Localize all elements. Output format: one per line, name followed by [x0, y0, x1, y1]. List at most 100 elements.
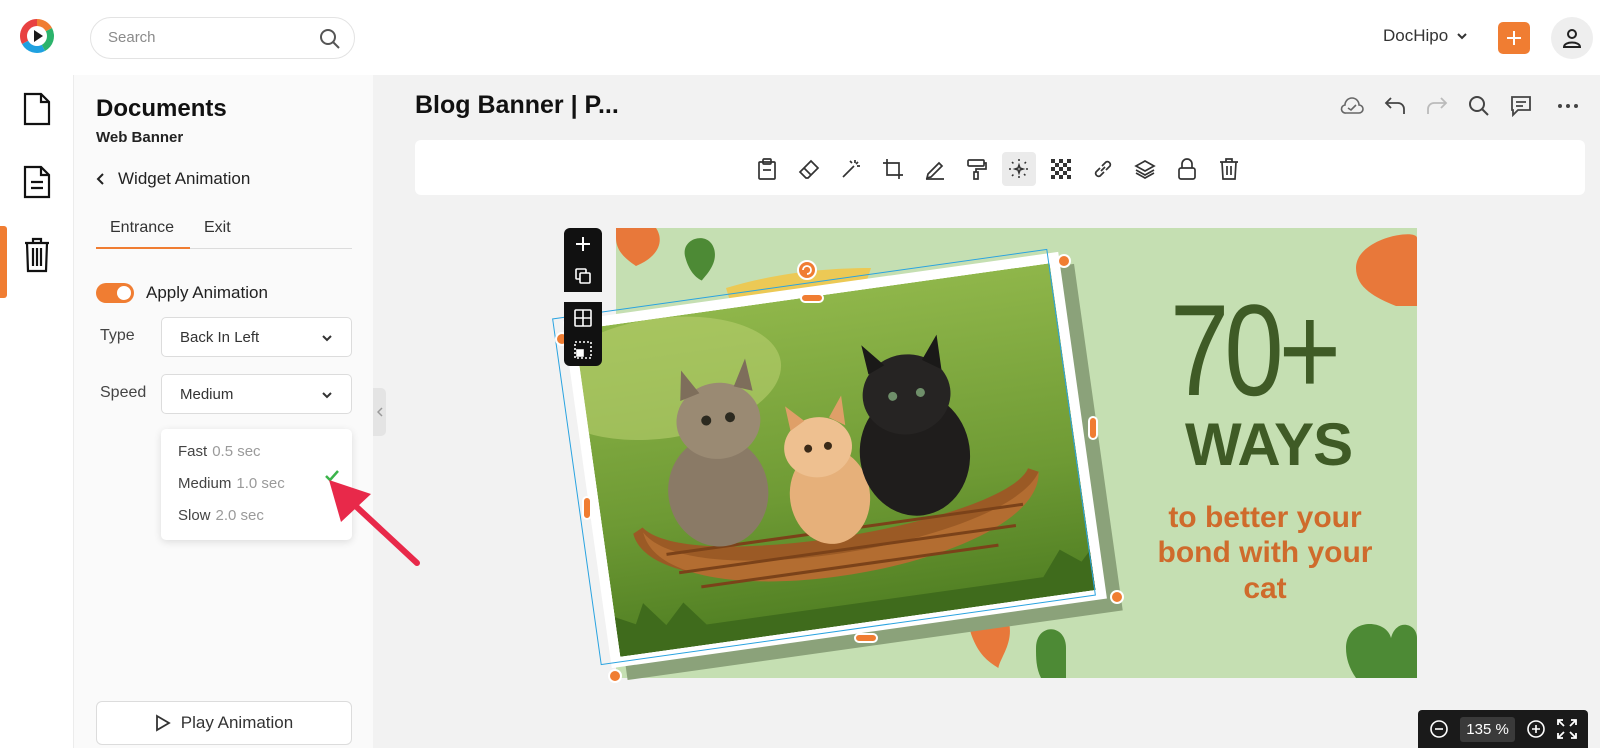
- left-rail: [0, 75, 74, 748]
- play-icon: [155, 714, 171, 732]
- select-area-button[interactable]: [564, 334, 602, 366]
- duplicate-icon: [575, 268, 591, 284]
- resize-handle-bottom[interactable]: [854, 633, 878, 643]
- speed-select[interactable]: Medium: [161, 374, 352, 414]
- tool-animation[interactable]: [1002, 152, 1036, 186]
- chevron-left-icon: [96, 173, 104, 185]
- tool-crop[interactable]: [876, 152, 910, 186]
- comments-button[interactable]: [1507, 92, 1535, 120]
- tab-entrance[interactable]: Entrance: [96, 217, 190, 249]
- document-icon: [23, 165, 51, 199]
- undo-icon: [1384, 97, 1405, 114]
- fullscreen-button[interactable]: [1556, 719, 1577, 739]
- headline-subheading[interactable]: to better your bond with your cat: [1140, 500, 1390, 606]
- app-logo[interactable]: [18, 17, 56, 55]
- save-status-button[interactable]: [1338, 92, 1366, 120]
- crop-icon: [883, 159, 903, 179]
- animation-tabs: Entrance Exit: [96, 217, 352, 249]
- option-label: Slow: [178, 507, 211, 524]
- play-animation-button[interactable]: Play Animation: [96, 701, 352, 745]
- chevron-down-icon: [1457, 33, 1467, 40]
- kittens-photo: [574, 263, 1096, 657]
- back-button[interactable]: Widget Animation: [96, 169, 250, 189]
- tool-lock[interactable]: [1170, 152, 1204, 186]
- panel-subtitle: Web Banner: [96, 129, 184, 146]
- selection-icon: [574, 341, 592, 359]
- zoom-search-button[interactable]: [1465, 92, 1493, 120]
- transparency-icon: [1051, 159, 1071, 179]
- speed-value: Medium: [180, 386, 234, 403]
- grid-button[interactable]: [564, 302, 602, 334]
- account-name: DocHipo: [1383, 26, 1449, 45]
- zoom-out-icon: [1430, 720, 1449, 738]
- chevron-down-icon: [322, 392, 332, 399]
- create-button[interactable]: [1498, 22, 1530, 54]
- duplicate-button[interactable]: [564, 260, 602, 292]
- photo-frame[interactable]: [563, 251, 1107, 669]
- grid-icon: [574, 309, 592, 327]
- type-select[interactable]: Back In Left: [161, 317, 352, 357]
- add-element-button[interactable]: [564, 228, 602, 260]
- resize-handle-left[interactable]: [582, 496, 592, 520]
- chevron-down-icon: [322, 335, 332, 342]
- search-icon: [1469, 96, 1489, 116]
- resize-handle-top[interactable]: [800, 293, 824, 303]
- search-icon[interactable]: [318, 27, 342, 51]
- search-box[interactable]: [90, 17, 355, 59]
- animation-icon: [1009, 159, 1029, 179]
- type-label: Type: [100, 327, 135, 344]
- speed-option-slow[interactable]: Slow 2.0 sec: [178, 507, 343, 524]
- rail-item-file[interactable]: [0, 79, 74, 139]
- animation-panel: Documents Web Banner Widget Animation En…: [74, 75, 373, 748]
- resize-handle-bottom-left[interactable]: [608, 669, 622, 683]
- eraser-icon: [798, 159, 820, 179]
- back-label: Widget Animation: [118, 169, 251, 188]
- apply-animation-label: Apply Animation: [146, 283, 268, 302]
- resize-handle-top-right[interactable]: [1057, 254, 1071, 268]
- speed-option-fast[interactable]: Fast 0.5 sec: [178, 443, 343, 460]
- tool-eraser[interactable]: [792, 152, 826, 186]
- delete-icon: [1220, 158, 1238, 180]
- play-animation-label: Play Animation: [180, 713, 294, 732]
- redo-button[interactable]: [1423, 92, 1451, 120]
- subheading-line: cat: [1243, 571, 1287, 605]
- top-bar: DocHipo: [0, 0, 1600, 75]
- type-value: Back In Left: [180, 329, 260, 346]
- resize-handle-right[interactable]: [1088, 416, 1098, 440]
- rail-item-trash[interactable]: [0, 225, 74, 285]
- apply-animation-toggle[interactable]: [96, 283, 134, 303]
- floating-tools: [564, 228, 602, 366]
- tool-clipboard[interactable]: [750, 152, 784, 186]
- option-duration: 2.0 sec: [215, 507, 264, 524]
- rotate-handle-icon[interactable]: [796, 259, 818, 281]
- more-options-button[interactable]: [1554, 92, 1582, 120]
- tab-exit[interactable]: Exit: [204, 217, 254, 249]
- comment-icon: [1511, 96, 1531, 117]
- search-input[interactable]: [108, 29, 308, 46]
- tool-paint-roller[interactable]: [960, 152, 994, 186]
- undo-button[interactable]: [1381, 92, 1409, 120]
- document-title[interactable]: Blog Banner | P...: [415, 91, 619, 120]
- paint-roller-icon: [967, 159, 987, 180]
- tool-link[interactable]: [1086, 152, 1120, 186]
- user-avatar-button[interactable]: [1551, 17, 1593, 59]
- zoom-out-button[interactable]: [1429, 719, 1449, 739]
- zoom-in-icon: [1526, 720, 1545, 738]
- tool-layers[interactable]: [1128, 152, 1162, 186]
- more-icon: [1558, 104, 1578, 108]
- tool-delete[interactable]: [1212, 152, 1246, 186]
- tool-pen[interactable]: [918, 152, 952, 186]
- speed-option-medium[interactable]: Medium 1.0 sec: [178, 475, 343, 492]
- tool-transparency[interactable]: [1044, 152, 1078, 186]
- zoom-in-button[interactable]: [1526, 719, 1546, 739]
- rail-item-documents[interactable]: [0, 152, 74, 212]
- zoom-level[interactable]: 135 %: [1460, 716, 1515, 742]
- headline-number[interactable]: 70+: [1170, 285, 1341, 415]
- tool-magic-wand[interactable]: [834, 152, 868, 186]
- account-menu[interactable]: DocHipo: [1383, 26, 1468, 46]
- resize-handle-bottom-right[interactable]: [1110, 590, 1124, 604]
- panel-collapse-handle[interactable]: [373, 388, 386, 436]
- layers-icon: [1134, 160, 1156, 179]
- link-icon: [1094, 160, 1112, 178]
- headline-word[interactable]: WAYS: [1185, 415, 1353, 475]
